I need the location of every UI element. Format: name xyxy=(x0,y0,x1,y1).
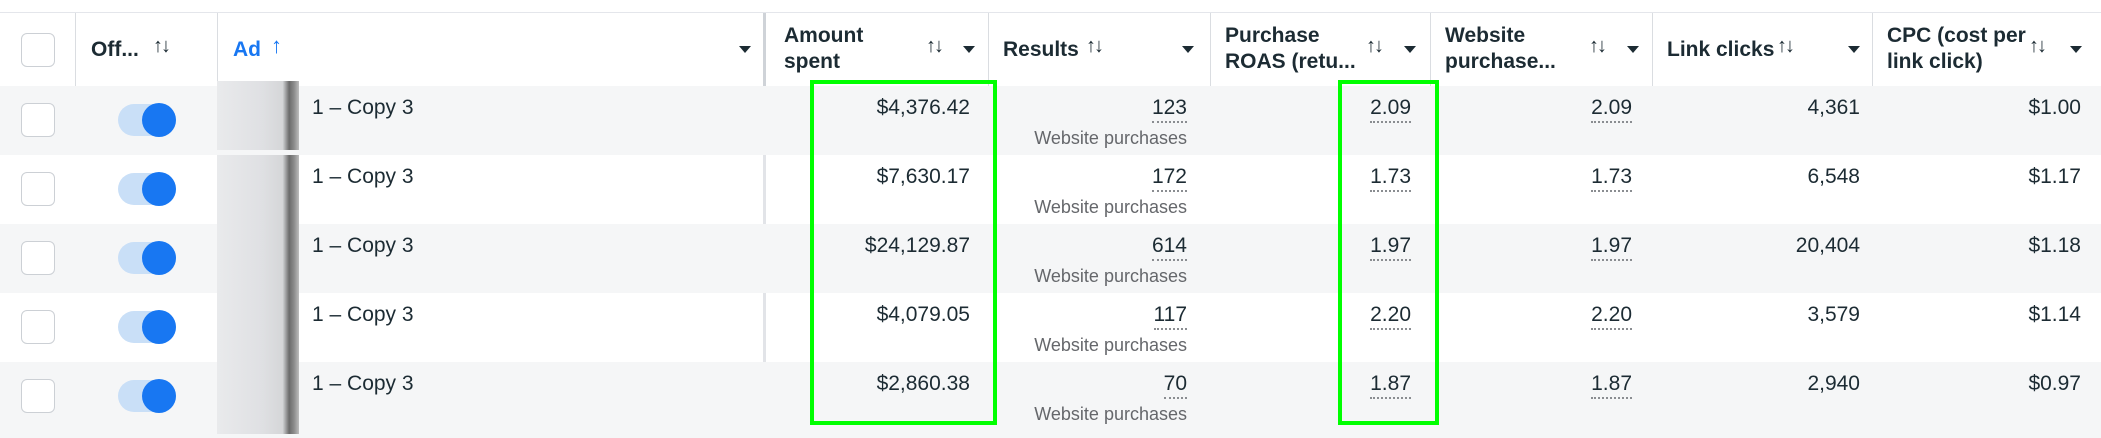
header-website-purchase[interactable]: Website purchase... ↑↓ xyxy=(1430,13,1652,87)
header-link-clicks-label: Link clicks xyxy=(1667,38,1775,61)
sort-arrows-icon[interactable]: ↑↓ xyxy=(926,35,944,58)
website-purchase-value[interactable]: 2.20 xyxy=(1591,303,1632,330)
link-clicks-value: 3,579 xyxy=(1807,303,1860,326)
toggle-knob xyxy=(142,103,176,137)
select-all-checkbox[interactable] xyxy=(21,33,55,67)
results-value[interactable]: 70 xyxy=(1163,372,1187,399)
purchase-roas-highlight xyxy=(1338,80,1439,425)
ad-toggle[interactable] xyxy=(118,172,176,206)
ad-toggle[interactable] xyxy=(118,379,176,413)
sort-arrows-icon[interactable]: ↑↓ xyxy=(153,35,171,58)
results-subtitle: Website purchases xyxy=(1034,128,1187,148)
ad-thumbnail[interactable] xyxy=(217,224,299,293)
ad-toggle[interactable] xyxy=(118,241,176,275)
header-purchase-roas[interactable]: Purchase ROAS (retu... ↑↓ xyxy=(1210,13,1430,87)
toggle-knob xyxy=(142,379,176,413)
chevron-down-icon[interactable] xyxy=(1182,46,1194,53)
ad-toggle[interactable] xyxy=(118,103,176,137)
ad-name[interactable]: 1 – Copy 3 xyxy=(312,303,414,327)
link-clicks-value: 2,940 xyxy=(1807,372,1860,395)
chevron-down-icon[interactable] xyxy=(1627,46,1639,53)
cpc-value: $1.14 xyxy=(2028,303,2081,326)
header-off[interactable]: Off... ↑↓ xyxy=(75,13,217,87)
toggle-knob xyxy=(142,172,176,206)
row-checkbox[interactable] xyxy=(21,379,55,413)
table-row[interactable]: 1 – Copy 3 $4,376.42 123 Website purchas… xyxy=(0,81,2101,155)
header-results[interactable]: Results ↑↓ xyxy=(988,13,1210,87)
results-value[interactable]: 123 xyxy=(1151,96,1187,123)
ad-name[interactable]: 1 – Copy 3 xyxy=(312,234,414,258)
chevron-down-icon[interactable] xyxy=(739,46,751,53)
website-purchase-value[interactable]: 1.73 xyxy=(1591,165,1632,192)
cpc-value: $1.00 xyxy=(2028,96,2081,119)
row-checkbox[interactable] xyxy=(21,241,55,275)
results-value[interactable]: 172 xyxy=(1151,165,1187,192)
header-website-purchase-label: Website purchase... xyxy=(1445,24,1556,73)
chevron-down-icon[interactable] xyxy=(963,46,975,53)
results-value[interactable]: 614 xyxy=(1151,234,1187,261)
link-clicks-value: 20,404 xyxy=(1795,234,1860,257)
table-row[interactable]: 1 – Copy 3 $4,079.05 117 Website purchas… xyxy=(0,293,2101,362)
header-ad-label: Ad xyxy=(233,38,261,61)
ad-name[interactable]: 1 – Copy 3 xyxy=(312,372,414,396)
results-subtitle: Website purchases xyxy=(1034,404,1187,424)
sort-arrows-icon[interactable]: ↑↓ xyxy=(1366,35,1384,58)
cpc-value: $0.97 xyxy=(2028,372,2081,395)
ad-toggle[interactable] xyxy=(118,310,176,344)
header-purchase-roas-label: Purchase ROAS (retu... xyxy=(1225,24,1356,73)
arrow-up-icon[interactable]: ↑ xyxy=(271,33,282,59)
website-purchase-value[interactable]: 1.97 xyxy=(1591,234,1632,261)
header-results-label: Results xyxy=(1003,38,1079,61)
chevron-down-icon[interactable] xyxy=(2070,46,2082,53)
ad-thumbnail[interactable] xyxy=(217,155,299,224)
header-amount-spent[interactable]: Amount spent ↑↓ xyxy=(763,13,988,87)
row-checkbox[interactable] xyxy=(21,172,55,206)
chevron-down-icon[interactable] xyxy=(1848,46,1860,53)
table-row[interactable]: 1 – Copy 3 $7,630.17 172 Website purchas… xyxy=(0,155,2101,224)
sort-arrows-icon[interactable]: ↑↓ xyxy=(1589,35,1607,58)
results-value[interactable]: 117 xyxy=(1153,303,1187,330)
ad-thumbnail[interactable] xyxy=(217,81,299,150)
cpc-value: $1.17 xyxy=(2028,165,2081,188)
header-cpc[interactable]: CPC (cost per link click) ↑↓ xyxy=(1872,13,2101,87)
table-row[interactable]: 1 – Copy 3 $2,860.38 70 Website purchase… xyxy=(0,362,2101,438)
table-row[interactable]: 1 – Copy 3 $24,129.87 614 Website purcha… xyxy=(0,224,2101,293)
header-cpc-label: CPC (cost per link click) xyxy=(1887,24,2026,73)
header-amount-spent-label: Amount spent xyxy=(784,24,864,73)
ad-thumbnail[interactable] xyxy=(217,362,299,434)
row-checkbox[interactable] xyxy=(21,103,55,137)
link-clicks-value: 4,361 xyxy=(1807,96,1860,119)
ad-name[interactable]: 1 – Copy 3 xyxy=(312,96,414,120)
row-checkbox[interactable] xyxy=(21,310,55,344)
ad-thumbnail[interactable] xyxy=(217,293,299,362)
toggle-knob xyxy=(142,310,176,344)
amount-spent-highlight xyxy=(810,80,997,425)
sort-arrows-icon[interactable]: ↑↓ xyxy=(1086,35,1104,58)
header-link-clicks[interactable]: Link clicks ↑↓ xyxy=(1652,13,1872,87)
header-off-label: Off... xyxy=(91,38,139,61)
results-subtitle: Website purchases xyxy=(1034,266,1187,286)
ad-name[interactable]: 1 – Copy 3 xyxy=(312,165,414,189)
header-select-cell xyxy=(0,13,75,87)
sort-arrows-icon[interactable]: ↑↓ xyxy=(1777,35,1795,58)
results-subtitle: Website purchases xyxy=(1034,197,1187,217)
chevron-down-icon[interactable] xyxy=(1404,46,1416,53)
website-purchase-value[interactable]: 2.09 xyxy=(1591,96,1632,123)
ads-table: Off... ↑↓ Ad ↑ Amount spent ↑↓ Results ↑… xyxy=(0,0,2101,438)
cpc-value: $1.18 xyxy=(2028,234,2081,257)
toggle-knob xyxy=(142,241,176,275)
website-purchase-value[interactable]: 1.87 xyxy=(1591,372,1632,399)
results-subtitle: Website purchases xyxy=(1034,335,1187,355)
table-header: Off... ↑↓ Ad ↑ Amount spent ↑↓ Results ↑… xyxy=(0,12,2101,88)
header-ad[interactable]: Ad ↑ xyxy=(217,13,763,87)
link-clicks-value: 6,548 xyxy=(1807,165,1860,188)
sort-arrows-icon[interactable]: ↑↓ xyxy=(2029,35,2047,58)
